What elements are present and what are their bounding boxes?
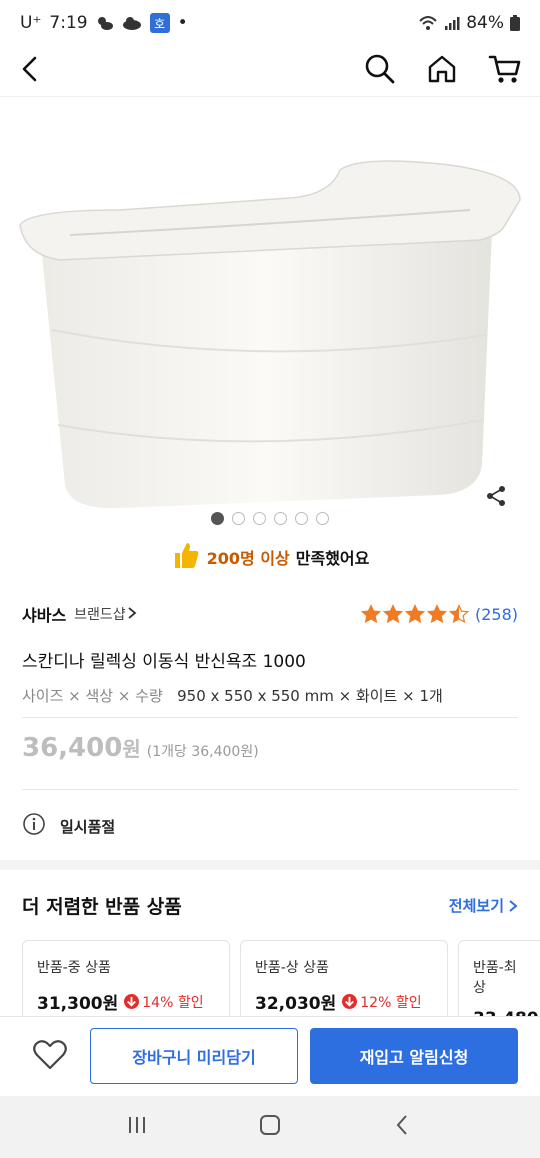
review-count[interactable]: (258) xyxy=(475,605,518,624)
star-icon xyxy=(360,604,381,624)
carousel-dot[interactable] xyxy=(274,512,287,525)
info-icon xyxy=(22,812,46,840)
product-image[interactable] xyxy=(0,130,540,520)
carousel-dots xyxy=(0,512,540,525)
status-bar: U⁺ 7:19 호 • 84% xyxy=(0,0,540,46)
search-icon[interactable] xyxy=(364,53,396,89)
down-arrow-icon xyxy=(124,994,140,1009)
option-line: 사이즈 × 색상 × 수량 950 x 550 x 550 mm × 화이트 ×… xyxy=(22,685,443,706)
restock-notify-button[interactable]: 재입고 알림신청 xyxy=(310,1028,518,1084)
chevron-right-icon xyxy=(126,605,138,624)
stock-status: 일시품절 xyxy=(60,817,116,836)
home-button-icon[interactable] xyxy=(258,1113,282,1141)
thumbs-up-icon xyxy=(171,540,201,574)
divider xyxy=(22,717,518,718)
satisfaction-text: 만족했어요 xyxy=(295,549,370,568)
view-all-link[interactable]: 전체보기 xyxy=(449,895,518,916)
notification-dot: • xyxy=(177,13,188,33)
card-condition: 반품-최상 xyxy=(473,960,517,996)
status-time: 7:19 xyxy=(49,13,88,33)
app-badge-icon: 호 xyxy=(149,13,170,33)
cheaper-section-header: 더 저렴한 반품 상품 전체보기 xyxy=(22,892,518,919)
star-icon xyxy=(448,604,469,624)
carousel-dot[interactable] xyxy=(211,512,224,525)
back-icon[interactable] xyxy=(18,55,42,87)
top-nav xyxy=(0,46,540,96)
brand-name[interactable]: 샤바스 xyxy=(22,602,66,626)
card-condition: 반품-중 상품 xyxy=(37,960,111,976)
section-title: 더 저렴한 반품 상품 xyxy=(22,896,182,918)
card-discount: 12% 할인 xyxy=(342,992,422,1012)
card-price: 32,030원 xyxy=(255,994,337,1014)
star-icon xyxy=(382,604,403,624)
section-spacer xyxy=(0,860,540,870)
card-discount: 14% 할인 xyxy=(124,992,204,1012)
carousel-dot[interactable] xyxy=(316,512,329,525)
cloud-icon xyxy=(122,16,142,30)
home-icon[interactable] xyxy=(426,53,458,89)
android-nav-bar xyxy=(0,1096,540,1158)
cart-icon[interactable] xyxy=(488,53,522,89)
stock-status-row: 일시품절 xyxy=(22,812,115,840)
option-value: 950 x 550 x 550 mm × 화이트 × 1개 xyxy=(177,687,443,705)
carousel-dot[interactable] xyxy=(232,512,245,525)
signal-icon xyxy=(444,15,460,31)
satisfaction-banner: 200명 이상 만족했어요 xyxy=(0,540,540,574)
brand-shop-link[interactable]: 브랜드샵 xyxy=(74,604,126,624)
heart-icon[interactable] xyxy=(32,1039,68,1075)
brand-row: 샤바스 브랜드샵 (258) xyxy=(22,602,518,626)
card-condition: 반품-상 상품 xyxy=(255,960,329,976)
star-icon xyxy=(404,604,425,624)
battery-icon xyxy=(510,15,520,31)
card-price: 31,300원 xyxy=(37,994,119,1014)
recent-apps-icon[interactable] xyxy=(125,1113,149,1141)
divider xyxy=(22,789,518,790)
carousel-dot[interactable] xyxy=(253,512,266,525)
weather-icon xyxy=(96,15,114,31)
product-title: 스칸디나 릴렉싱 이동식 반신욕조 1000 xyxy=(22,652,306,672)
bottom-action-bar: 장바구니 미리담기 재입고 알림신청 xyxy=(0,1016,540,1096)
rating-stars[interactable]: (258) xyxy=(360,604,518,624)
satisfaction-count: 200명 이상 xyxy=(206,549,290,568)
down-arrow-icon xyxy=(342,994,358,1009)
add-to-cart-button[interactable]: 장바구니 미리담기 xyxy=(90,1028,298,1084)
back-button-icon[interactable] xyxy=(391,1113,415,1141)
star-icon xyxy=(426,604,447,624)
price: 36,400원 xyxy=(22,733,141,763)
wifi-icon xyxy=(418,15,438,31)
price-row: 36,400원 (1개당 36,400원) xyxy=(22,733,259,763)
battery-percent: 84% xyxy=(466,13,504,33)
option-key: 사이즈 × 색상 × 수량 xyxy=(22,687,163,705)
share-icon[interactable] xyxy=(484,484,508,508)
carousel-dot[interactable] xyxy=(295,512,308,525)
carrier-label: U⁺ xyxy=(20,13,42,33)
unit-price: (1개당 36,400원) xyxy=(146,744,259,760)
nav-divider xyxy=(0,96,540,97)
